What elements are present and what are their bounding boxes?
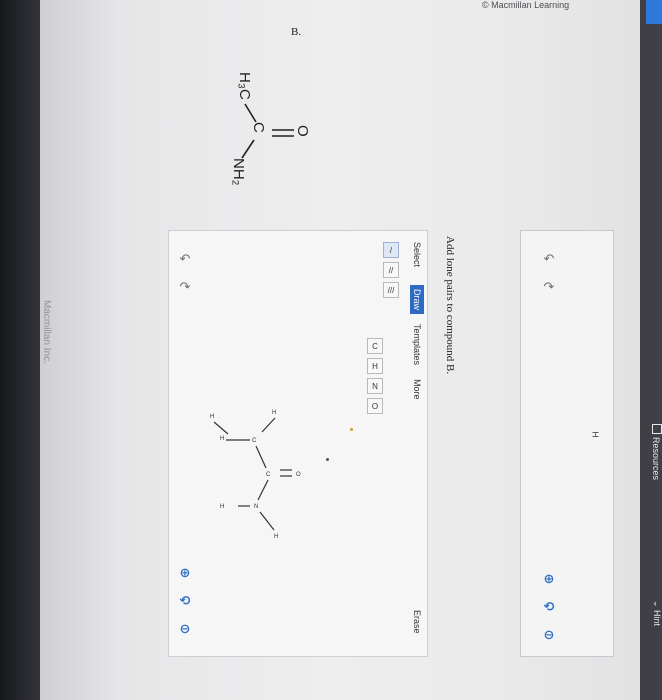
atom-label: O — [296, 472, 301, 478]
tab-select[interactable]: Select — [410, 238, 424, 271]
chevron-down-icon: ⌄ — [652, 600, 662, 611]
zoom-in-icon[interactable]: ⊕ — [176, 564, 194, 582]
single-bond-tool[interactable]: / — [383, 242, 399, 258]
bond-line — [261, 417, 276, 433]
resources-button[interactable]: Resources — [651, 424, 662, 480]
atom-label: H — [210, 414, 214, 420]
screen-bezel — [0, 0, 40, 700]
bond-line — [244, 103, 257, 123]
previous-drawing-panel[interactable] — [520, 230, 614, 657]
atom-tool-hydrogen[interactable]: H — [367, 358, 383, 374]
tab-draw[interactable]: Draw — [410, 285, 424, 315]
instruction-text: Add lone pairs to compound B. — [444, 236, 456, 375]
zoom-out-icon[interactable]: ⊖ — [176, 620, 194, 638]
atom-label: H — [220, 436, 224, 442]
triple-bond-tool[interactable]: /// — [383, 282, 399, 298]
sidebar-accent — [646, 0, 662, 24]
canvas-marker — [326, 458, 329, 461]
atom-label: N — [254, 504, 258, 510]
copyright-text: © Macmillan Learning — [482, 0, 570, 10]
atom-label: H — [272, 410, 276, 416]
reset-icon[interactable]: ⟲ — [540, 598, 558, 616]
right-sidebar — [640, 0, 662, 700]
stray-atom-label: H — [590, 431, 600, 438]
amine-group-label: NH₂ — [230, 158, 247, 186]
redo-icon[interactable]: ↷ — [540, 278, 558, 296]
toolbar-tabs: Select Draw Templates More — [410, 238, 424, 404]
reset-icon[interactable]: ⟲ — [176, 592, 194, 610]
atom-label: H — [220, 504, 224, 510]
methyl-group-label: H₃C — [236, 72, 253, 100]
erase-button[interactable]: Erase — [410, 606, 424, 638]
atom-tool-oxygen[interactable]: O — [367, 398, 383, 414]
resources-label: Resources — [651, 437, 661, 481]
zoom-in-icon[interactable]: ⊕ — [540, 570, 558, 588]
watermark-text: Macmillan Inc. — [41, 300, 52, 364]
bond-line — [259, 511, 275, 531]
tab-more[interactable]: More — [410, 375, 424, 404]
double-bond-tool[interactable]: // — [383, 262, 399, 278]
atom-label: H — [274, 534, 278, 540]
redo-icon[interactable]: ↷ — [176, 278, 194, 296]
compound-b-structure: H₃C C O NH₂ — [230, 72, 311, 186]
undo-icon[interactable]: ↶ — [176, 250, 194, 268]
oxygen-label: O — [294, 125, 311, 137]
resources-icon — [652, 424, 662, 434]
undo-icon[interactable]: ↶ — [540, 250, 558, 268]
zoom-out-icon[interactable]: ⊖ — [540, 626, 558, 644]
carbonyl-carbon-label: C — [250, 122, 267, 133]
atom-label: C — [252, 438, 257, 444]
bond-line — [257, 479, 269, 501]
canvas-marker — [350, 428, 353, 431]
hint-label: Hint — [652, 610, 662, 627]
bond-line — [213, 421, 229, 435]
atom-label: C — [266, 472, 271, 478]
drawn-molecule: H H H C C O N H H — [210, 410, 301, 540]
problem-label: B. — [291, 26, 302, 38]
atom-tool-carbon[interactable]: C — [367, 338, 383, 354]
atom-tool-nitrogen[interactable]: N — [367, 378, 383, 394]
tab-templates[interactable]: Templates — [410, 320, 424, 369]
bond-line — [241, 139, 255, 159]
hint-button[interactable]: ⌄ Hint — [651, 600, 662, 626]
bond-line — [255, 445, 267, 469]
